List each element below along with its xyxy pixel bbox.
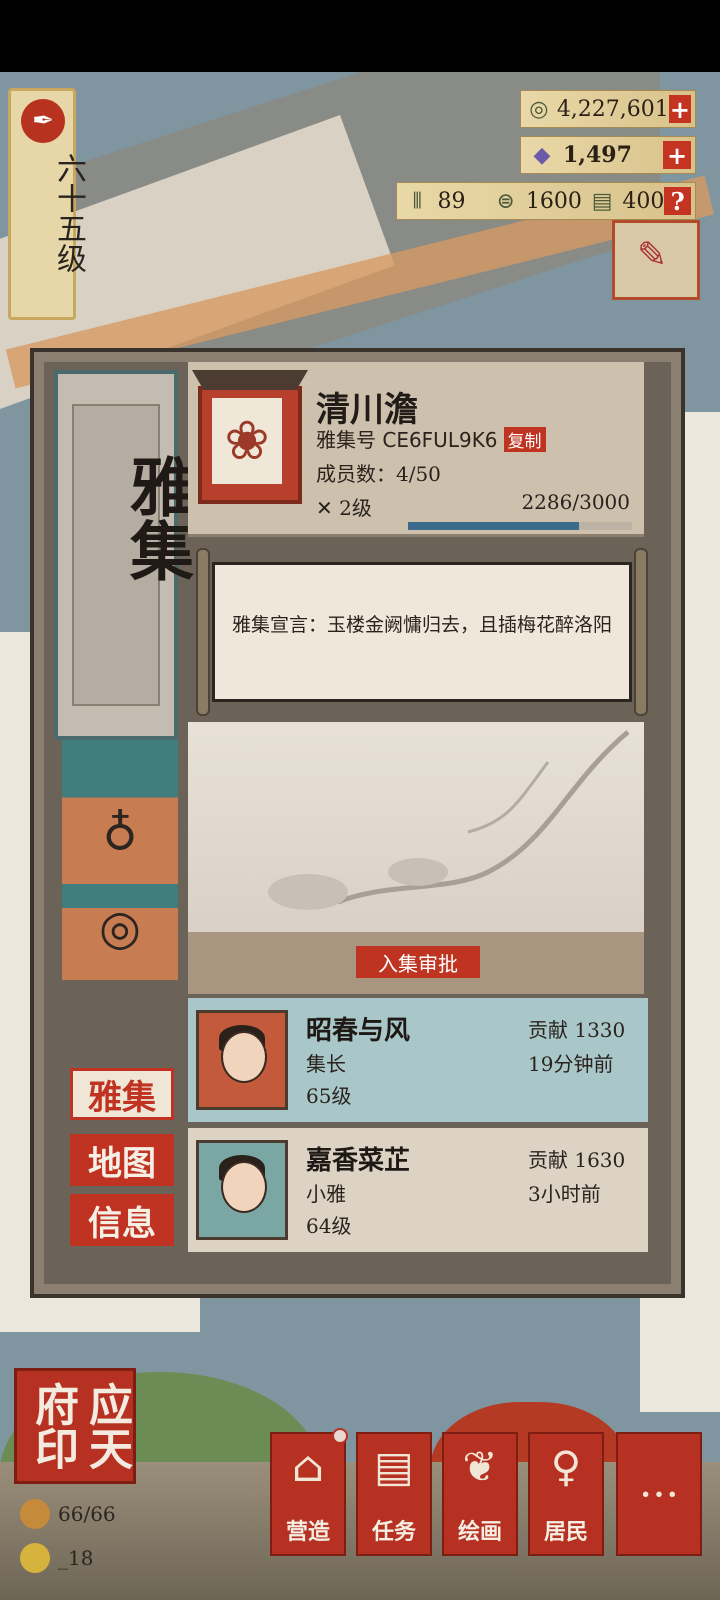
member-level: 64级 xyxy=(306,1214,352,1238)
copy-button[interactable]: 复制 xyxy=(503,427,546,452)
tower-decoration: ♁ ◎ xyxy=(62,740,178,980)
approval-bar: 入集审批 xyxy=(188,932,644,994)
coin-resource: ◎ 4,227,601 + xyxy=(520,90,696,128)
add-coins-button[interactable]: + xyxy=(668,95,691,124)
gourd-icon: ♁ xyxy=(102,800,138,856)
club-declaration: 雅集宣言：玉楼金阙慵归去，且插梅花醉洛阳 xyxy=(232,614,613,636)
member-contribution: 贡献 1330 xyxy=(528,1018,626,1042)
member-last-active: 19分钟前 xyxy=(528,1052,614,1076)
member-count: 成员数：4/50 xyxy=(316,462,441,486)
tab-yaji[interactable]: 雅集 xyxy=(70,1068,174,1120)
gold-value: _18 xyxy=(58,1546,94,1570)
city-seal[interactable]: 应天府印 xyxy=(14,1368,136,1484)
coin-ornament-icon: ◎ xyxy=(99,900,141,956)
nav-resident-button[interactable]: ♀ 居民 xyxy=(528,1432,604,1556)
lotus-icon: ❀ xyxy=(212,398,282,484)
quest-card[interactable]: ✎ xyxy=(612,220,700,300)
member-role: 小雅 xyxy=(306,1182,346,1206)
gem-resource: ◆ 1,497 + xyxy=(520,136,696,174)
wood-icon: ⫴ xyxy=(412,188,422,214)
nav-more-button[interactable]: ··· xyxy=(616,1432,702,1556)
member-contribution: 贡献 1630 xyxy=(528,1148,626,1172)
more-icon: ··· xyxy=(638,1470,680,1519)
club-level-row: ✕ 2级 xyxy=(316,492,372,521)
wood-value: 89 xyxy=(437,188,466,214)
club-level: 2级 xyxy=(339,496,372,520)
club-id-row: 雅集号 CE6FUL9K6 复制 xyxy=(316,424,546,453)
scroll-icon: ▤ xyxy=(374,1442,414,1491)
brush-seal-icon: ✒ xyxy=(21,99,65,143)
emblem-roof xyxy=(192,370,308,390)
member-last-active: 3小时前 xyxy=(528,1182,601,1206)
ink-painting-area xyxy=(188,722,644,932)
avatar-face xyxy=(221,1031,267,1083)
nav-build-label: 营造 xyxy=(285,1519,330,1545)
nav-painting-button[interactable]: ❦ 绘画 xyxy=(442,1432,518,1556)
gem-value: 1,497 xyxy=(563,142,632,168)
player-level-badge[interactable]: ✒ 六十五级 xyxy=(8,88,86,320)
painting-icon: ❦ xyxy=(462,1442,498,1491)
member-avatar xyxy=(196,1010,288,1110)
exp-bar xyxy=(408,522,632,530)
avatar-face xyxy=(221,1161,267,1213)
city-seal-text: 应天府印 xyxy=(27,1382,132,1470)
gold-stat: _18 xyxy=(20,1540,93,1576)
nav-build-button[interactable]: ⌂ 营造 xyxy=(270,1428,348,1556)
coin-value: 4,227,601 xyxy=(556,96,669,122)
club-emblem: ❀ xyxy=(192,370,308,504)
help-button[interactable]: ? xyxy=(664,187,691,216)
gem-icon: ◆ xyxy=(533,142,551,168)
member-row[interactable]: 嘉香菜芷 小雅 64级 贡献 1630 3小时前 xyxy=(188,1128,648,1252)
population-stat: 66/66 xyxy=(20,1496,116,1532)
title-plaque: 雅集 xyxy=(54,370,194,740)
nav-painting-label: 绘画 xyxy=(457,1519,502,1545)
member-name: 昭春与风 xyxy=(306,1016,411,1046)
scroll-rod-left xyxy=(196,548,210,716)
scroll-rod-right xyxy=(634,548,648,716)
exp-bar-fill xyxy=(408,522,579,530)
pen-icon: ✎ xyxy=(637,235,668,276)
build-icon: ⌂ xyxy=(291,1442,325,1491)
join-approval-button[interactable]: 入集审批 xyxy=(356,946,480,978)
grain-icon: ⊜ xyxy=(496,188,515,214)
resident-icon: ♀ xyxy=(550,1442,582,1491)
player-level-text: 六十五级 xyxy=(51,153,86,273)
member-avatar xyxy=(196,1140,288,1240)
book-icon: ▤ xyxy=(591,188,613,214)
material-resources: ⫴ 89 ⊜ 1600 ▤ 400 ? xyxy=(396,182,696,220)
tab-map[interactable]: 地图 xyxy=(70,1134,174,1186)
member-row[interactable]: 昭春与风 集长 65级 贡献 1330 19分钟前 xyxy=(188,998,648,1122)
member-role: 集长 xyxy=(306,1052,346,1076)
grain-value: 1600 xyxy=(525,188,582,214)
book-value: 400 xyxy=(622,188,665,214)
crossed-brush-icon: ✕ xyxy=(316,496,333,520)
gold-ingot-icon xyxy=(20,1543,50,1573)
nav-task-label: 任务 xyxy=(371,1519,416,1545)
population-icon xyxy=(20,1499,50,1529)
ink-tree-drawing xyxy=(268,730,630,910)
coin-icon: ◎ xyxy=(529,96,549,122)
tab-info[interactable]: 信息 xyxy=(70,1194,174,1246)
member-level: 65级 xyxy=(306,1084,352,1108)
member-name: 嘉香菜芷 xyxy=(306,1146,411,1176)
nav-task-button[interactable]: ▤ 任务 xyxy=(356,1432,432,1556)
club-id: 雅集号 CE6FUL9K6 xyxy=(316,428,498,452)
panel-title: 雅集 xyxy=(119,454,194,582)
declaration-scroll: 雅集宣言：玉楼金阙慵归去，且插梅花醉洛阳 xyxy=(196,548,648,716)
club-info-card: ❀ 清川澹 雅集号 CE6FUL9K6 复制 成员数：4/50 ✕ 2级 2286… xyxy=(188,362,644,537)
nav-resident-label: 居民 xyxy=(543,1519,588,1545)
exp-text: 2286/3000 xyxy=(521,490,630,514)
population-value: 66/66 xyxy=(58,1502,116,1526)
add-gems-button[interactable]: + xyxy=(663,141,691,170)
